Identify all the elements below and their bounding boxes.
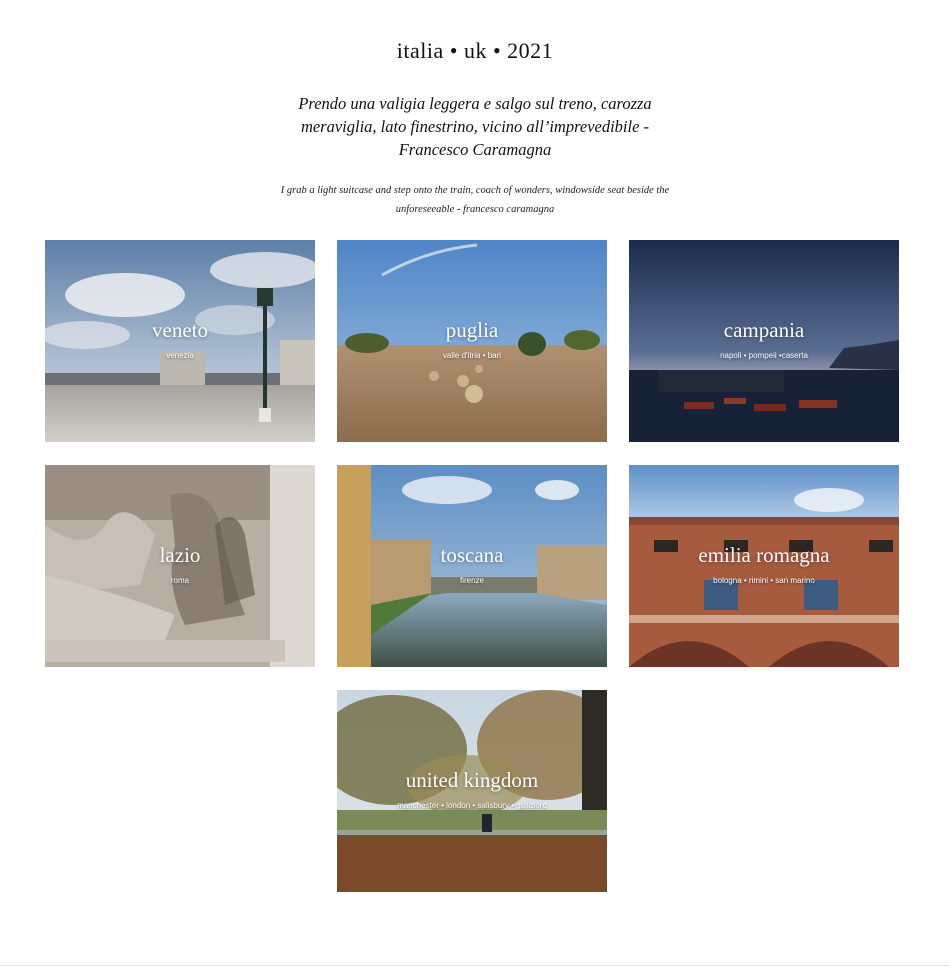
tile-title: campania (723, 318, 805, 342)
english-quote: I grab a light suitcase and step onto th… (280, 185, 670, 215)
gallery-tile-campania[interactable]: campania napoli • pompeii •caserta (629, 240, 899, 442)
gallery-tile-veneto[interactable]: veneto venezia (45, 240, 315, 442)
gallery-tile-lazio[interactable]: lazio roma (45, 465, 315, 667)
italian-quote: Prendo una valigia leggera e salgo sul t… (298, 94, 652, 159)
tile-subtitle: firenze (459, 576, 484, 585)
tile-subtitle: venezia (166, 351, 194, 360)
gallery-tile-puglia[interactable]: puglia valle d'itria • bari (337, 240, 607, 442)
tile-subtitle: bologna • rimini • san marino (713, 576, 815, 585)
tile-title: puglia (445, 318, 499, 342)
gallery-tile-toscana[interactable]: toscana firenze (337, 465, 607, 667)
site-title[interactable]: italia • uk • 2021 (0, 38, 950, 64)
gallery-tile-emilia-romagna[interactable]: emilia romagna bologna • rimini • san ma… (629, 465, 899, 667)
tile-subtitle: manchester • london • salisbury • guildf… (397, 801, 547, 810)
gallery-tile-united-kingdom[interactable]: united kingdom manchester • london • sal… (337, 690, 607, 892)
tile-subtitle: roma (170, 576, 190, 585)
tile-title: united kingdom (405, 768, 539, 792)
tile-title: emilia romagna (698, 543, 830, 567)
tile-subtitle: napoli • pompeii •caserta (720, 351, 808, 360)
page-bottom-divider (0, 965, 950, 966)
tile-subtitle: valle d'itria • bari (442, 351, 502, 360)
tile-title: toscana (440, 543, 504, 567)
tile-title: lazio (159, 543, 201, 567)
tile-title: veneto (152, 318, 208, 342)
